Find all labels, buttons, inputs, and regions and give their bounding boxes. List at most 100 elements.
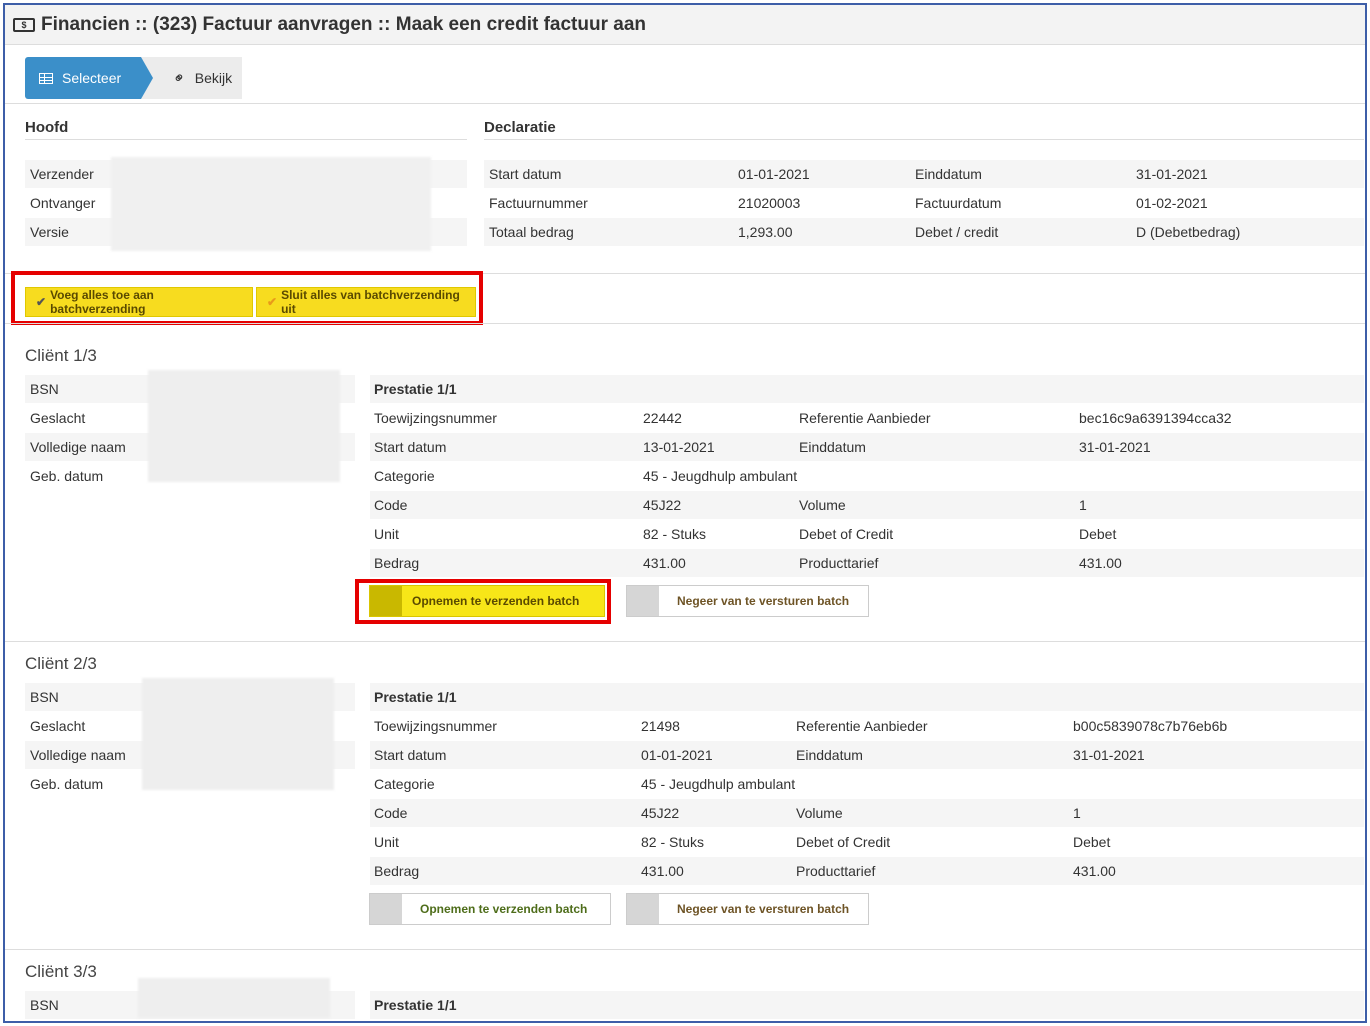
include-batch-button[interactable]: Opnemen te verzenden batch xyxy=(369,893,611,925)
einddatum-value: 31-01-2021 xyxy=(1073,747,1145,763)
title-bar: $ Financien :: (323) Factuur aanvragen :… xyxy=(5,5,1365,45)
start-datum-label: Start datum xyxy=(374,439,447,455)
ignore-label: Negeer van te versturen batch xyxy=(677,902,850,916)
divider xyxy=(484,139,1364,140)
step-label: Selecteer xyxy=(62,70,122,86)
referentie-value: bec16c9a6391394cca32 xyxy=(1079,410,1232,426)
bedrag-label: Bedrag xyxy=(374,555,420,571)
volume-value: 1 xyxy=(1073,805,1081,821)
categorie-label: Categorie xyxy=(374,776,435,792)
redacted-block xyxy=(111,157,431,251)
money-icon: $ xyxy=(13,17,35,32)
toewijzingsnummer-label: Toewijzingsnummer xyxy=(374,718,497,734)
code-label: Code xyxy=(374,805,408,821)
start-datum-value: 01-01-2021 xyxy=(738,166,810,182)
prestatie-row xyxy=(370,433,1364,461)
divider xyxy=(25,139,467,140)
geb-datum-label: Geb. datum xyxy=(30,776,104,792)
annotation-highlight xyxy=(11,271,483,325)
volledige-naam-label: Volledige naam xyxy=(30,747,126,763)
ignore-batch-button[interactable]: Negeer van te versturen batch xyxy=(626,585,869,617)
start-datum-label: Start datum xyxy=(489,166,562,182)
versie-label: Versie xyxy=(30,224,69,240)
debet-credit-label: Debet / credit xyxy=(915,224,999,240)
prestatie-row xyxy=(370,375,1364,403)
link-icon: ⚭ xyxy=(169,67,191,89)
client-title: Cliënt 2/3 xyxy=(25,654,97,673)
code-value: 45J22 xyxy=(643,497,682,513)
einddatum-value: 31-01-2021 xyxy=(1079,439,1151,455)
code-label: Code xyxy=(374,497,408,513)
ignore-batch-button[interactable]: Negeer van te versturen batch xyxy=(626,893,869,925)
volume-value: 1 xyxy=(1079,497,1087,513)
referentie-value: b00c5839078c7b76eb6b xyxy=(1073,718,1228,734)
start-datum-value: 13-01-2021 xyxy=(643,439,715,455)
volledige-naam-label: Volledige naam xyxy=(30,439,126,455)
code-value: 45J22 xyxy=(641,805,680,821)
start-datum-value: 01-01-2021 xyxy=(641,747,713,763)
einddatum-label: Einddatum xyxy=(799,439,866,455)
bsn-label: BSN xyxy=(30,381,59,397)
verzender-label: Verzender xyxy=(30,166,94,182)
annotation-highlight xyxy=(355,579,611,624)
einddatum-label: Einddatum xyxy=(796,747,863,763)
ontvanger-label: Ontvanger xyxy=(30,195,96,211)
hoofd-heading: Hoofd xyxy=(25,119,69,136)
include-label: Opnemen te verzenden batch xyxy=(420,902,588,916)
einddatum-label: Einddatum xyxy=(915,166,982,182)
categorie-value: 45 - Jeugdhulp ambulant xyxy=(641,776,796,792)
divider xyxy=(5,641,1365,642)
geb-datum-label: Geb. datum xyxy=(30,468,104,484)
bedrag-value: 431.00 xyxy=(641,863,684,879)
declaratie-heading: Declaratie xyxy=(484,119,556,136)
toggle-indicator xyxy=(370,894,402,924)
prestatie-row xyxy=(370,491,1364,519)
wizard-steps: Selecteer ⚭ Bekijk xyxy=(25,57,243,99)
volume-label: Volume xyxy=(799,497,846,513)
geslacht-label: Geslacht xyxy=(30,718,86,734)
unit-value: 82 - Stuks xyxy=(643,526,707,542)
factuurnummer-value: 21020003 xyxy=(738,195,801,211)
divider xyxy=(5,949,1365,950)
step-bekijk[interactable]: ⚭ Bekijk xyxy=(141,57,243,99)
producttarief-value: 431.00 xyxy=(1079,555,1122,571)
debet-of-credit-value: Debet xyxy=(1073,834,1111,850)
categorie-label: Categorie xyxy=(374,468,435,484)
redacted-block xyxy=(148,370,340,482)
prestatie-title: Prestatie 1/1 xyxy=(374,381,457,397)
prestatie-row xyxy=(370,770,1364,798)
producttarief-label: Producttarief xyxy=(796,863,876,879)
unit-value: 82 - Stuks xyxy=(641,834,705,850)
divider xyxy=(5,323,1365,324)
unit-label: Unit xyxy=(374,526,399,542)
unit-label: Unit xyxy=(374,834,399,850)
categorie-value: 45 - Jeugdhulp ambulant xyxy=(643,468,798,484)
table-icon xyxy=(39,72,53,84)
debet-credit-value: D (Debetbedrag) xyxy=(1136,224,1241,240)
toewijzingsnummer-label: Toewijzingsnummer xyxy=(374,410,497,426)
debet-of-credit-value: Debet xyxy=(1079,526,1117,542)
prestatie-title: Prestatie 1/1 xyxy=(374,997,457,1013)
page-title: Financien :: (323) Factuur aanvragen :: … xyxy=(41,13,646,35)
totaal-bedrag-label: Totaal bedrag xyxy=(489,224,574,240)
step-selecteer[interactable]: Selecteer xyxy=(25,57,154,99)
bedrag-label: Bedrag xyxy=(374,863,420,879)
toewijzingsnummer-value: 22442 xyxy=(643,410,682,426)
geslacht-label: Geslacht xyxy=(30,410,86,426)
volume-label: Volume xyxy=(796,805,843,821)
referentie-label: Referentie Aanbieder xyxy=(799,410,931,426)
prestatie-row xyxy=(370,799,1364,827)
prestatie-row xyxy=(370,991,1364,1019)
einddatum-value: 31-01-2021 xyxy=(1136,166,1208,182)
client-title: Cliënt 1/3 xyxy=(25,346,97,365)
step-label: Bekijk xyxy=(194,70,233,86)
ignore-label: Negeer van te versturen batch xyxy=(677,594,850,608)
prestatie-row xyxy=(370,741,1364,769)
client-title: Cliënt 3/3 xyxy=(25,962,97,981)
factuurdatum-label: Factuurdatum xyxy=(915,195,1002,211)
toggle-indicator xyxy=(627,894,659,924)
totaal-bedrag-value: 1,293.00 xyxy=(738,224,793,240)
bsn-label: BSN xyxy=(30,997,59,1013)
referentie-label: Referentie Aanbieder xyxy=(796,718,928,734)
producttarief-value: 431.00 xyxy=(1073,863,1116,879)
